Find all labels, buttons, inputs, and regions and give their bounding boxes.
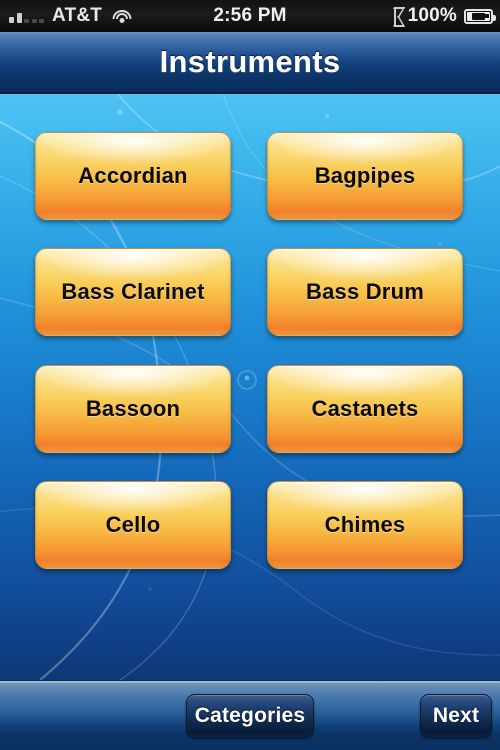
battery-percent-label: 100% (407, 5, 457, 26)
clock-label: 2:56 PM (213, 5, 287, 26)
page-title: Instruments (159, 44, 341, 79)
instrument-button-bass-drum[interactable]: Bass Drum (267, 248, 463, 336)
instrument-button-bagpipes[interactable]: Bagpipes (267, 132, 463, 220)
instrument-grid: Accordian Bagpipes Bass Clarinet Bass Dr… (0, 94, 500, 680)
categories-button[interactable]: Categories (186, 694, 314, 738)
navigation-bar: Instruments (0, 32, 500, 94)
instrument-label: Bass Clarinet (61, 279, 205, 304)
status-bar-right-group: 100% (390, 0, 496, 32)
instrument-button-bassoon[interactable]: Bassoon (35, 365, 231, 453)
instrument-button-chimes[interactable]: Chimes (267, 481, 463, 569)
app-screen: AT&T 2:56 PM 100% Instruments Accordian … (0, 0, 500, 750)
instrument-label: Bagpipes (314, 163, 416, 188)
battery-charging-icon (464, 8, 496, 24)
instrument-label: Bass Drum (306, 279, 424, 304)
instrument-button-accordian[interactable]: Accordian (35, 132, 231, 220)
next-button[interactable]: Next (420, 694, 492, 738)
next-button-label: Next (432, 704, 480, 727)
status-bar: AT&T 2:56 PM 100% (0, 0, 500, 32)
instrument-button-castanets[interactable]: Castanets (267, 365, 463, 453)
instrument-label: Cello (105, 512, 161, 537)
instrument-label: Accordian (78, 163, 188, 188)
instrument-button-bass-clarinet[interactable]: Bass Clarinet (35, 248, 231, 336)
main-content: Accordian Bagpipes Bass Clarinet Bass Dr… (0, 94, 500, 680)
instrument-button-cello[interactable]: Cello (35, 481, 231, 569)
categories-button-label: Categories (194, 704, 306, 727)
bluetooth-icon (390, 7, 401, 25)
instrument-label: Castanets (311, 396, 419, 421)
instrument-label: Chimes (324, 512, 406, 537)
instrument-label: Bassoon (85, 396, 181, 421)
